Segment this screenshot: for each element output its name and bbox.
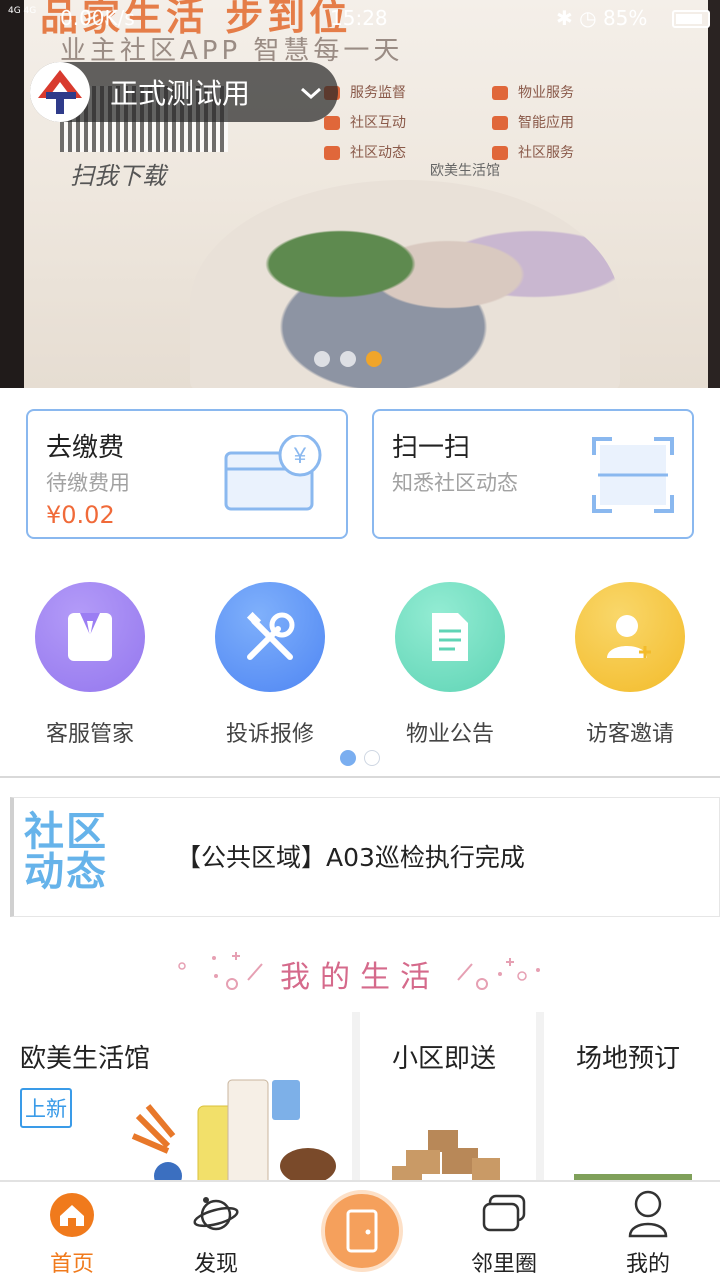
life-card-title: 欧美生活馆 (20, 1044, 151, 1074)
status-icons: ✱ ◷ 85% (556, 6, 647, 30)
clock: 15:28 (330, 6, 388, 30)
planet-icon (193, 1197, 239, 1231)
tab-label: 首页 (49, 1252, 94, 1277)
network-indicator: 4G 4G (8, 6, 37, 16)
banner-pagination[interactable] (314, 351, 382, 367)
service-pagination[interactable] (340, 750, 380, 766)
banner-dot-active[interactable] (366, 351, 382, 367)
service-grid: 客服管家 投诉报修 物业公告 访客邀请 (0, 578, 720, 748)
tab-home[interactable]: 首页 (0, 1188, 144, 1277)
banner-edge (708, 0, 720, 388)
door-icon (346, 1209, 378, 1253)
scan-icon (592, 437, 674, 513)
service-label: 物业公告 (405, 722, 494, 747)
home-screen: 品家生活 步到位 业主社区APP 智慧每一天 扫我下载 服务监督 物业服务 社区互… (0, 0, 720, 1280)
customer-service-icon (35, 582, 145, 692)
life-card-title: 场地预订 (576, 1044, 681, 1074)
tab-discover[interactable]: 发现 (144, 1188, 288, 1277)
bluetooth-icon: ✱ (556, 6, 573, 30)
banner-feature: 服务监督 (324, 80, 484, 106)
banner-feature: 物业服务 (492, 80, 652, 106)
life-card-delivery[interactable]: 小区即送 (360, 1012, 536, 1182)
banner-feature: 社区互动 (324, 110, 484, 136)
pager-dot-active[interactable] (340, 750, 356, 766)
new-badge: 上新 (20, 1088, 72, 1128)
life-cards: 欧美生活馆 上新 小区即送 场地预订 (0, 1012, 720, 1182)
service-visitor[interactable]: 访客邀请 (540, 578, 720, 748)
bottom-tab-bar: 首页 发现 邻里圈 我的 (0, 1180, 720, 1280)
scan-title: 扫一扫 (392, 433, 471, 463)
news-headline[interactable]: 【公共区域】A03巡检执行完成 (176, 838, 525, 874)
my-life-section-header: 我的生活 (0, 944, 720, 1000)
battery-icon (672, 10, 710, 28)
banner-edge (0, 0, 24, 388)
boxes-image (392, 1130, 500, 1182)
tab-label: 发现 (193, 1252, 238, 1277)
repair-tools-icon (215, 582, 325, 692)
door-open-button[interactable] (321, 1190, 403, 1272)
banner-feature: 智能应用 (492, 110, 652, 136)
life-card-ou-mei[interactable]: 欧美生活馆 上新 (0, 1012, 352, 1182)
battery-percent: 85% (602, 6, 648, 30)
scan-card[interactable]: 扫一扫 知悉社区动态 (372, 409, 694, 539)
life-card-title: 小区即送 (392, 1044, 497, 1074)
scan-subtitle: 知悉社区动态 (392, 471, 518, 495)
community-news-logo: 社区动态 (24, 809, 108, 895)
user-icon (628, 1190, 668, 1238)
my-life-title: 我的生活 (280, 960, 440, 995)
pay-fee-subtitle: 待缴费用 (46, 471, 130, 495)
community-name: 正式测试用 (110, 77, 251, 110)
pager-dot[interactable] (364, 750, 380, 766)
service-label: 投诉报修 (225, 722, 314, 747)
community-selector[interactable]: 正式测试用 (30, 62, 338, 122)
service-repair[interactable]: 投诉报修 (180, 578, 360, 748)
products-image (131, 1079, 336, 1182)
tab-label: 我的 (625, 1252, 670, 1277)
pay-fee-card[interactable]: 去缴费 待缴费用 ¥0.02 ¥ (26, 409, 348, 539)
community-news-ticker[interactable]: 社区动态 【公共区域】A03巡检执行完成 (10, 797, 720, 917)
tab-neighborhood[interactable]: 邻里圈 (432, 1188, 576, 1277)
pay-fee-title: 去缴费 (46, 433, 125, 463)
status-bar: 4G 4G 0.00K/s 15:28 ✱ ◷ 85% (0, 0, 720, 40)
tab-mine[interactable]: 我的 (576, 1188, 720, 1277)
payment-icon: ¥ (224, 435, 322, 511)
tab-label: 邻里圈 (470, 1252, 537, 1277)
promo-banner[interactable]: 品家生活 步到位 业主社区APP 智慧每一天 扫我下载 服务监督 物业服务 社区互… (0, 0, 720, 388)
home-icon (50, 1193, 94, 1237)
alarm-icon: ◷ (579, 6, 597, 30)
qr-caption: 扫我下载 (70, 162, 166, 190)
banner-dot[interactable] (314, 351, 330, 367)
chat-cards-icon (482, 1194, 526, 1232)
banner-feature-list: 服务监督 物业服务 社区互动 智能应用 社区动态 社区服务 (320, 78, 670, 168)
section-divider (0, 776, 720, 778)
visitor-invite-icon (575, 582, 685, 692)
service-label: 客服管家 (45, 722, 134, 747)
service-customer-service[interactable]: 客服管家 (0, 578, 180, 748)
pay-fee-amount: ¥0.02 (46, 501, 115, 529)
notice-document-icon (395, 582, 505, 692)
banner-brand: 欧美生活馆 (430, 163, 500, 179)
chevron-down-icon (301, 87, 321, 100)
service-notice[interactable]: 物业公告 (360, 578, 540, 748)
banner-dot[interactable] (340, 351, 356, 367)
family-photo (190, 180, 620, 388)
network-speed: 0.00K/s (60, 6, 135, 30)
life-card-venue-booking[interactable]: 场地预订 (544, 1012, 720, 1182)
svg-text:¥: ¥ (293, 443, 307, 468)
banner-feature: 社区服务 (492, 140, 652, 166)
app-logo (30, 62, 90, 122)
service-label: 访客邀请 (585, 722, 674, 747)
decor-right-icon (457, 958, 540, 990)
